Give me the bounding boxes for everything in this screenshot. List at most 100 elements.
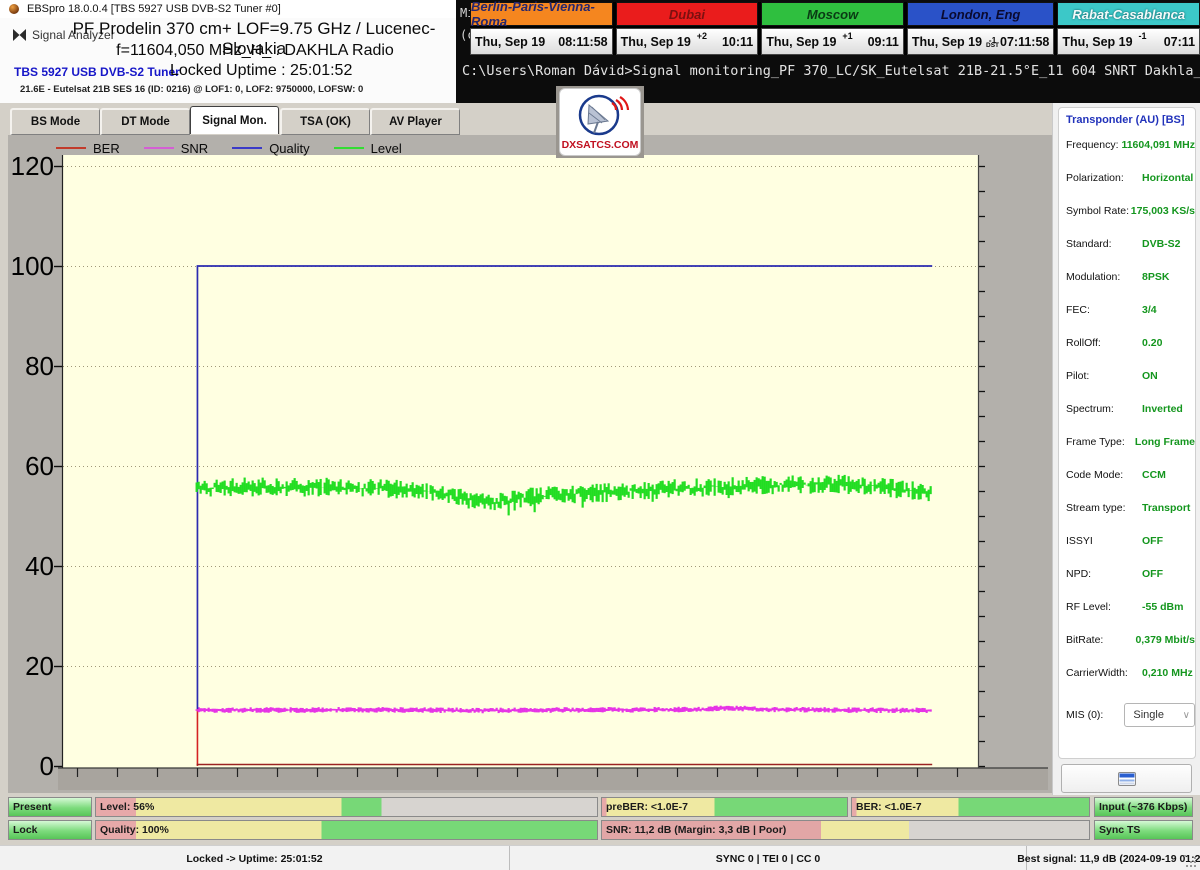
mis-label: MIS (0): xyxy=(1066,709,1104,721)
transponder-row: Frame Type: Long Frame xyxy=(1059,425,1195,458)
quality-line-swatch xyxy=(232,147,263,149)
transponder-row: CarrierWidth: 0,210 MHz xyxy=(1059,656,1195,689)
tab-tsa[interactable]: TSA (OK) xyxy=(280,108,370,135)
status-bar: Locked -> Uptime: 25:01:52 SYNC 0 | TEI … xyxy=(0,845,1200,870)
transponder-row-label: FEC: xyxy=(1066,303,1090,316)
transponder-row-label: RollOff: xyxy=(1066,336,1101,349)
meter-label: Present xyxy=(13,801,52,813)
frequency-title: f=11604,050 MHz_H_ : DAKHLA Radio xyxy=(116,42,394,59)
mis-select[interactable]: Single ∨ xyxy=(1124,703,1195,727)
clock-dubai: Dubai Thu, Sep 19 +2 10:11 xyxy=(615,2,759,55)
svg-text:80: 80 xyxy=(25,351,54,381)
transponder-row-value: ON xyxy=(1142,369,1158,382)
transponder-card: Transponder (AU) [BS] Frequency: 11604,0… xyxy=(1058,107,1196,759)
transponder-row-value: -55 dBm xyxy=(1142,600,1184,613)
meter-label: BER: <1.0E-7 xyxy=(856,801,922,813)
transponder-row: NPD: OFF xyxy=(1059,557,1195,590)
meter-label: preBER: <1.0E-7 xyxy=(606,801,688,813)
tab-bs-mode[interactable]: BS Mode xyxy=(10,108,100,135)
svg-text:100: 100 xyxy=(11,251,54,281)
tab-av-player[interactable]: AV Player xyxy=(370,108,460,135)
transponder-row-value: 11604,091 MHz xyxy=(1121,138,1195,151)
transponder-row: Polarization: Horizontal xyxy=(1059,161,1195,194)
transponder-row-label: Standard: xyxy=(1066,237,1112,250)
meter-label: Lock xyxy=(13,824,38,836)
transponder-row-label: Modulation: xyxy=(1066,270,1121,283)
clock-rabat: Rabat-Casablanca Thu, Sep 19 -1 07:11 xyxy=(1057,2,1200,55)
transponder-row: RF Level: -55 dBm xyxy=(1059,590,1195,623)
lnb-info: 21.6E - Eutelsat 21B SES 16 (ID: 0216) @… xyxy=(20,84,364,95)
meter-label: Input (~376 Kbps) xyxy=(1099,801,1188,813)
header: Signal Analyzer PF Prodelin 370 cm+ LOF=… xyxy=(0,18,456,103)
resize-grip[interactable] xyxy=(1184,855,1196,867)
transponder-row-label: Spectrum: xyxy=(1066,402,1114,415)
ber-line-swatch xyxy=(56,147,86,149)
transponder-row-value: Horizontal xyxy=(1142,171,1194,184)
transponder-row-value: OFF xyxy=(1142,534,1163,547)
legend-quality: Quality xyxy=(232,141,310,156)
transponder-row-label: ISSYI xyxy=(1066,534,1093,547)
lock-indicator: Lock xyxy=(8,820,92,840)
transponder-row-label: BitRate: xyxy=(1066,633,1104,646)
transponder-row-value: 3/4 xyxy=(1142,303,1157,316)
level-meter: Level: 56% xyxy=(95,797,598,817)
transponder-row: Code Mode: CCM xyxy=(1059,458,1195,491)
transponder-row-label: Stream type: xyxy=(1066,501,1126,514)
tab-dt-mode[interactable]: DT Mode xyxy=(100,108,190,135)
app-window: EBSpro 18.0.0.4 [TBS 5927 USB DVB-S2 Tun… xyxy=(0,0,1200,870)
tab-bar: BS Mode DT Mode Signal Mon. TSA (OK) AV … xyxy=(0,103,1052,135)
transponder-row-value: 0.20 xyxy=(1142,336,1163,349)
svg-text:120: 120 xyxy=(11,151,54,181)
signal-analyzer-icon xyxy=(13,29,26,41)
input-indicator: Input (~376 Kbps) xyxy=(1094,797,1193,817)
level-line-swatch xyxy=(333,147,364,149)
transponder-row: FEC: 3/4 xyxy=(1059,293,1195,326)
legend-ber: BER xyxy=(56,141,120,156)
meter-label: SNR: 11,2 dB (Margin: 3,3 dB | Poor) xyxy=(606,824,787,836)
snr-meter: SNR: 11,2 dB (Margin: 3,3 dB | Poor) xyxy=(601,820,1090,840)
transponder-row: Modulation: 8PSK xyxy=(1059,260,1195,293)
transponder-row-value: CCM xyxy=(1142,468,1166,481)
transponder-row: Pilot: ON xyxy=(1059,359,1195,392)
signal-chart: BER SNR Quality Level 0 20 40 60 80 100 120 xyxy=(8,135,1052,793)
transponder-row-label: Symbol Rate: xyxy=(1066,204,1130,217)
status-counters: SYNC 0 | TEI 0 | CC 0 xyxy=(509,846,1026,870)
svg-text:60: 60 xyxy=(25,451,54,481)
clock-city: London, Eng xyxy=(906,2,1055,26)
transponder-row: Standard: DVB-S2 xyxy=(1059,227,1195,260)
clock-time: Thu, Sep 19 08:11:58 xyxy=(470,28,613,55)
transponder-row-value: DVB-S2 xyxy=(1142,237,1181,250)
window-title: EBSpro 18.0.0.4 [TBS 5927 USB DVB-S2 Tun… xyxy=(27,3,281,15)
clock-moscow: Moscow Thu, Sep 19 +1 09:11 xyxy=(761,2,904,55)
tuner-name: TBS 5927 USB DVB-S2 Tuner xyxy=(14,65,180,79)
clock-time: Thu, Sep 19 -1 07:11 xyxy=(1057,28,1200,55)
transponder-row: BitRate: 0,379 Mbit/s xyxy=(1059,623,1195,656)
svg-text:40: 40 xyxy=(25,551,54,581)
transponder-row: Spectrum: Inverted xyxy=(1059,392,1195,425)
transponder-row-label: Frequency: xyxy=(1066,138,1119,151)
titlebar: EBSpro 18.0.0.4 [TBS 5927 USB DVB-S2 Tun… xyxy=(0,0,456,19)
meter-label: Sync TS xyxy=(1099,824,1141,836)
transponder-row-label: Frame Type: xyxy=(1066,435,1125,448)
utc-offset: -1 xyxy=(1138,31,1147,41)
transponder-row: ISSYI OFF xyxy=(1059,524,1195,557)
transponder-row: Symbol Rate: 175,003 KS/s xyxy=(1059,194,1195,227)
clock-time: Thu, Sep 19 -1 DST 07:11:58 xyxy=(906,28,1055,55)
meter-label: Level: 56% xyxy=(100,801,155,813)
transponder-row-label: Code Mode: xyxy=(1066,468,1124,481)
preber-meter: preBER: <1.0E-7 xyxy=(601,797,848,817)
panel-action-button[interactable] xyxy=(1061,764,1192,793)
transponder-row-value: 0,379 Mbit/s xyxy=(1135,633,1195,646)
satellite-dish-logo-icon: DXSATCS.COM xyxy=(562,94,638,151)
snr-line-swatch xyxy=(143,147,174,149)
legend-snr: SNR xyxy=(143,141,208,156)
chart-plot: 0 20 40 60 80 100 120 xyxy=(11,151,1048,790)
tab-signal-mon[interactable]: Signal Mon. xyxy=(190,106,279,134)
transponder-row-label: Polarization: xyxy=(1066,171,1124,184)
utc-offset: +1 xyxy=(842,31,853,41)
clock-city: Dubai xyxy=(615,2,759,26)
transponder-row-label: RF Level: xyxy=(1066,600,1111,613)
transponder-row-value: 8PSK xyxy=(1142,270,1170,283)
list-icon xyxy=(1117,771,1136,786)
clock-time: Thu, Sep 19 +1 09:11 xyxy=(761,28,904,55)
